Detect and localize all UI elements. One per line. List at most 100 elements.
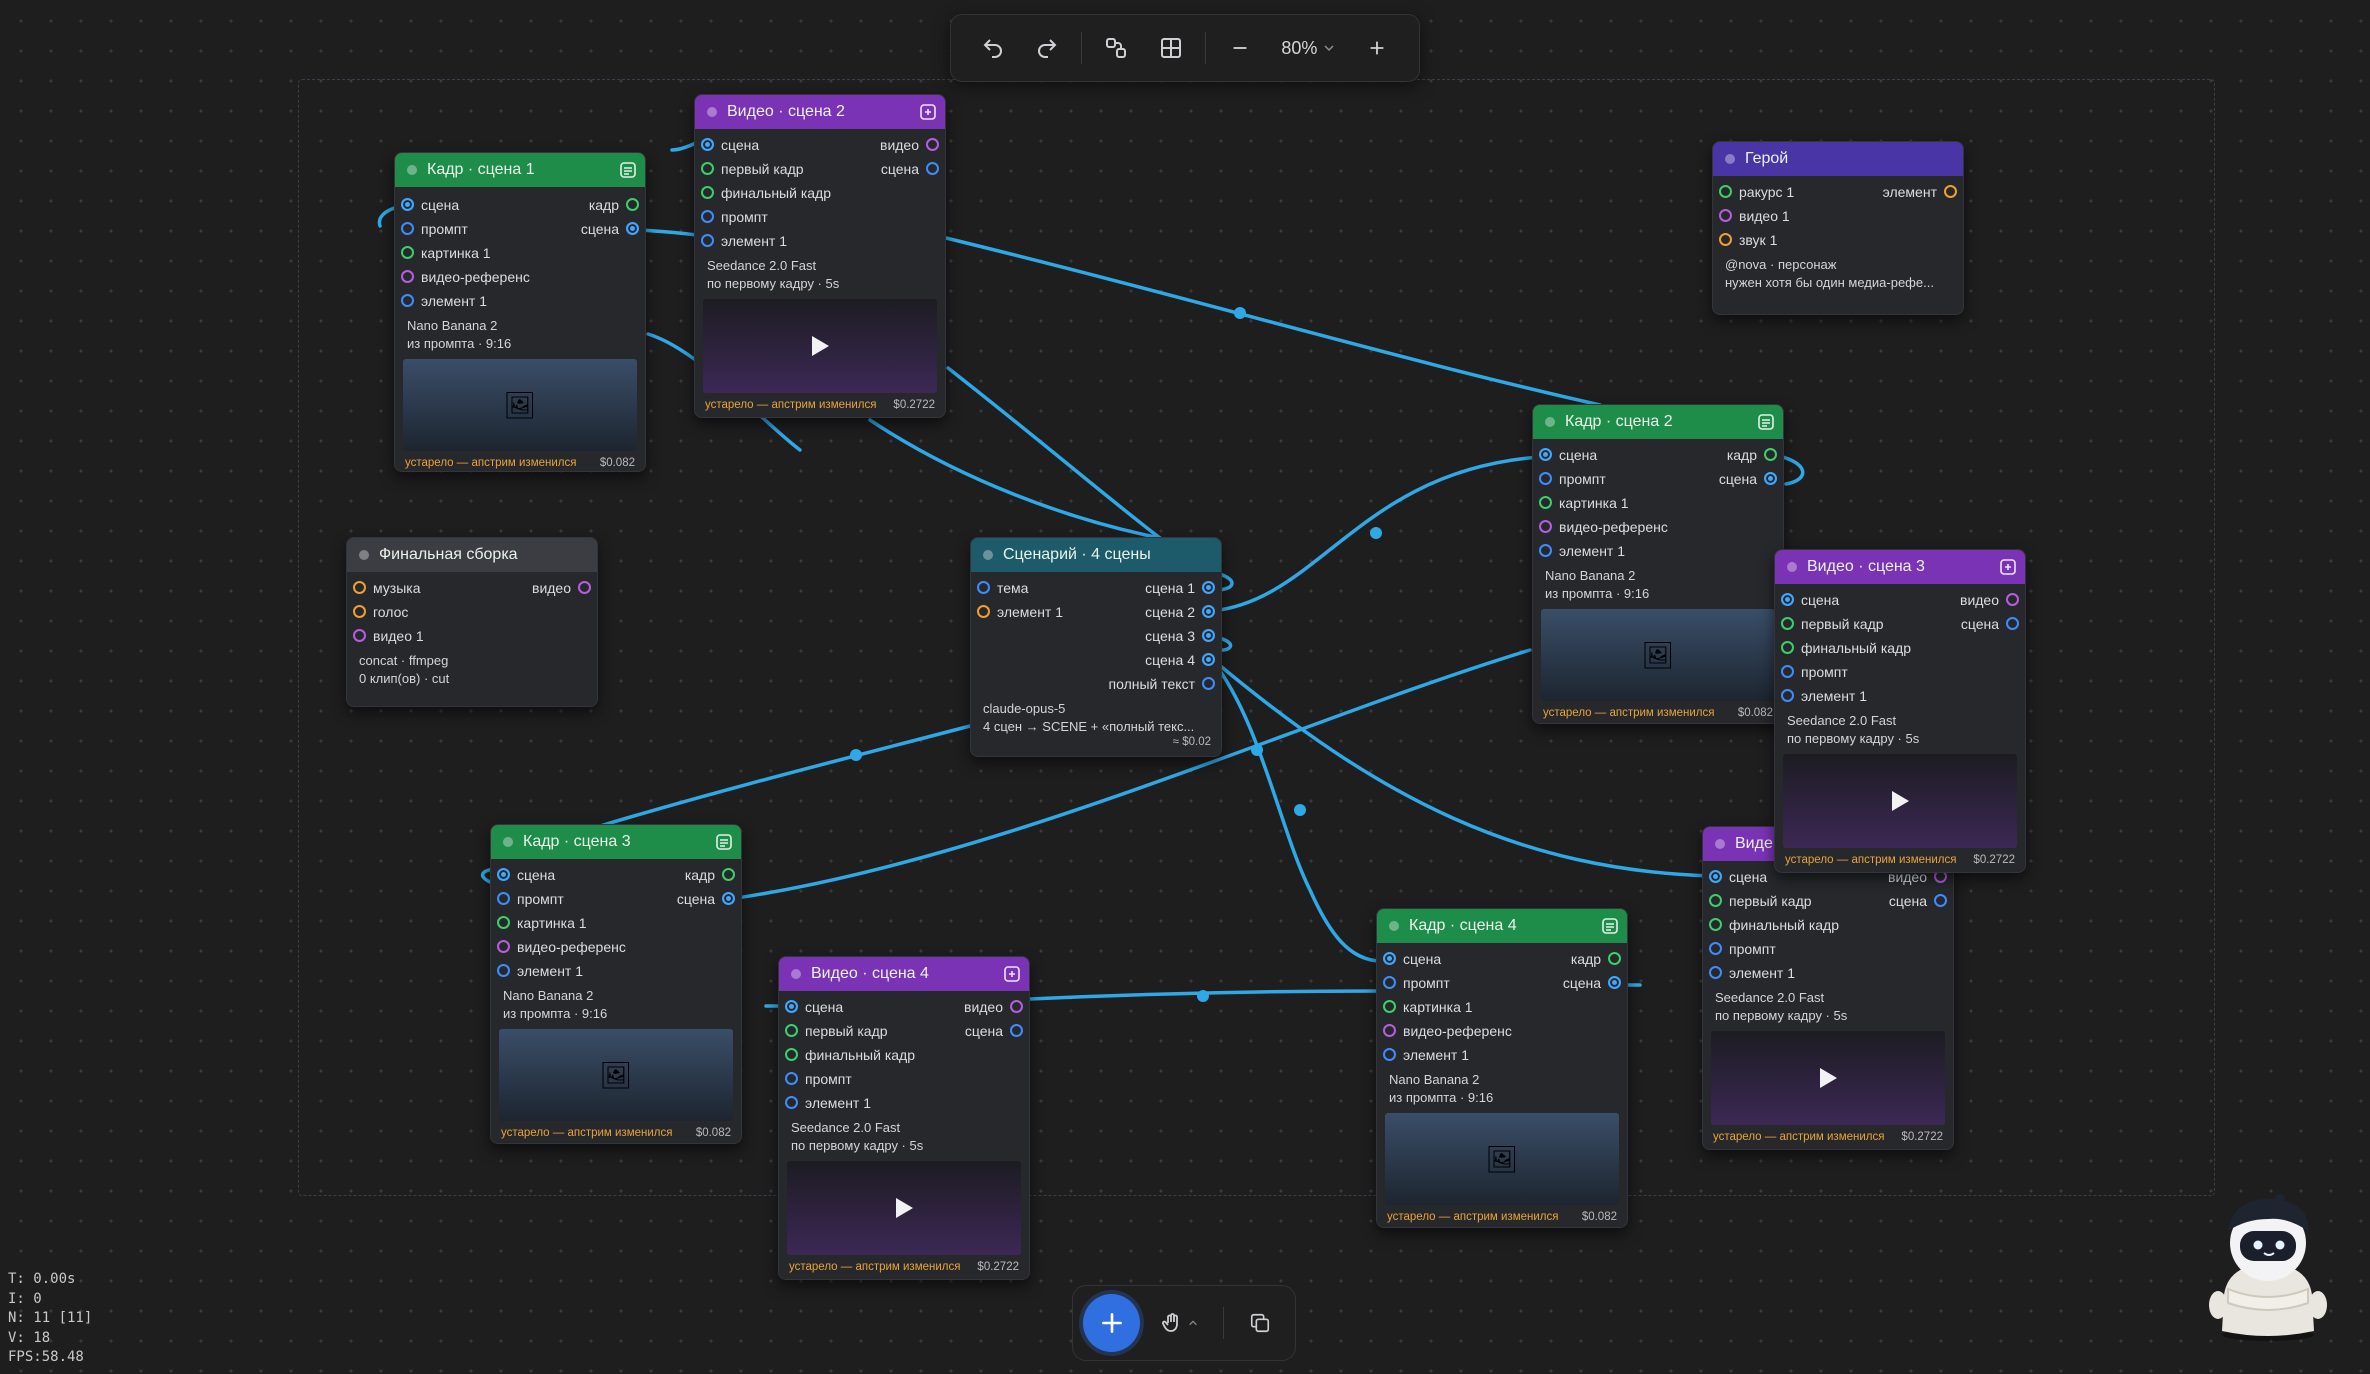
image-preview[interactable]: 🖼 <box>499 1029 733 1121</box>
port-in[interactable] <box>1539 520 1552 533</box>
port-out[interactable] <box>1764 448 1777 461</box>
video-preview[interactable] <box>787 1161 1021 1255</box>
port-in[interactable] <box>977 581 990 594</box>
port-in[interactable] <box>785 1072 798 1085</box>
video-preview[interactable] <box>703 299 937 393</box>
port-in[interactable] <box>1539 496 1552 509</box>
expand-icon[interactable] <box>919 103 937 121</box>
port-in[interactable] <box>977 605 990 618</box>
port-out[interactable] <box>1202 677 1215 690</box>
port-in[interactable] <box>1539 544 1552 557</box>
node-video-scene-4[interactable]: Видео · сцена 4 сцена видео первый кадр сц… <box>778 956 1030 1280</box>
port-in[interactable] <box>1539 448 1552 461</box>
port-in[interactable] <box>701 162 714 175</box>
port-in[interactable] <box>785 1048 798 1061</box>
port-in[interactable] <box>1781 665 1794 678</box>
port-in[interactable] <box>401 198 414 211</box>
port-out[interactable] <box>626 222 639 235</box>
node-header[interactable]: Сценарий · 4 сцены <box>971 538 1221 572</box>
port-in[interactable] <box>353 605 366 618</box>
port-in[interactable] <box>401 246 414 259</box>
port-in[interactable] <box>1709 870 1722 883</box>
port-in[interactable] <box>1709 918 1722 931</box>
undo-icon[interactable] <box>969 25 1017 71</box>
port-out[interactable] <box>1934 894 1947 907</box>
port-in[interactable] <box>785 1096 798 1109</box>
port-out[interactable] <box>1944 185 1957 198</box>
hand-tool-button[interactable] <box>1148 1300 1211 1346</box>
node-hero[interactable]: Герой ракурс 1 элемент видео 1 звук 1 @no… <box>1712 141 1964 315</box>
note-icon[interactable] <box>619 161 637 179</box>
port-in[interactable] <box>701 186 714 199</box>
node-video-scene-1[interactable]: Виде сцена видео первый кадр сцена финальн… <box>1702 826 1954 1150</box>
port-in[interactable] <box>1719 209 1732 222</box>
port-in[interactable] <box>1383 952 1396 965</box>
port-out[interactable] <box>2006 593 2019 606</box>
redo-icon[interactable] <box>1023 25 1071 71</box>
port-in[interactable] <box>1781 593 1794 606</box>
node-header[interactable]: Кадр · сцена 2 <box>1533 405 1783 439</box>
port-in[interactable] <box>1719 233 1732 246</box>
port-out[interactable] <box>1202 629 1215 642</box>
port-in[interactable] <box>401 294 414 307</box>
node-header[interactable]: Кадр · сцена 3 <box>491 825 741 859</box>
port-in[interactable] <box>1719 185 1732 198</box>
port-out[interactable] <box>926 138 939 151</box>
port-out[interactable] <box>1202 605 1215 618</box>
port-out[interactable] <box>926 162 939 175</box>
port-out[interactable] <box>1608 976 1621 989</box>
port-in[interactable] <box>1383 1048 1396 1061</box>
port-in[interactable] <box>1539 472 1552 485</box>
zoom-select[interactable]: 80% <box>1270 25 1347 71</box>
note-icon[interactable] <box>715 833 733 851</box>
node-header[interactable]: Видео · сцена 3 <box>1775 550 2025 584</box>
play-icon[interactable] <box>1890 790 1910 812</box>
node-video-scene-2[interactable]: Видео · сцена 2 сцена видео первый кадр сц… <box>694 94 946 418</box>
port-in[interactable] <box>1709 894 1722 907</box>
port-in[interactable] <box>701 234 714 247</box>
play-icon[interactable] <box>1818 1067 1838 1089</box>
node-header[interactable]: Герой <box>1713 142 1963 176</box>
port-out[interactable] <box>1010 1000 1023 1013</box>
port-out[interactable] <box>1202 653 1215 666</box>
grid-icon[interactable] <box>1146 25 1194 71</box>
port-in[interactable] <box>785 1024 798 1037</box>
port-in[interactable] <box>1781 617 1794 630</box>
video-preview[interactable] <box>1711 1031 1945 1125</box>
port-out[interactable] <box>1764 472 1777 485</box>
port-in[interactable] <box>701 210 714 223</box>
auto-layout-icon[interactable] <box>1092 25 1140 71</box>
port-in[interactable] <box>497 892 510 905</box>
port-out[interactable] <box>1010 1024 1023 1037</box>
port-in[interactable] <box>1709 966 1722 979</box>
port-in[interactable] <box>1383 1024 1396 1037</box>
port-in[interactable] <box>497 940 510 953</box>
port-in[interactable] <box>785 1000 798 1013</box>
port-in[interactable] <box>497 916 510 929</box>
image-preview[interactable]: 🖼 <box>403 359 637 451</box>
port-in[interactable] <box>1709 942 1722 955</box>
video-preview[interactable] <box>1783 754 2017 848</box>
zoom-out-icon[interactable] <box>1216 25 1264 71</box>
port-in[interactable] <box>497 964 510 977</box>
node-header[interactable]: Видео · сцена 4 <box>779 957 1029 991</box>
layers-button[interactable] <box>1236 1300 1285 1346</box>
port-in[interactable] <box>353 581 366 594</box>
note-icon[interactable] <box>1601 917 1619 935</box>
node-header[interactable]: Кадр · сцена 1 <box>395 153 645 187</box>
port-out[interactable] <box>1608 952 1621 965</box>
node-kadr-scene-3[interactable]: Кадр · сцена 3 сцена кадр промпт сцена кар… <box>490 824 742 1144</box>
node-video-scene-3[interactable]: Видео · сцена 3 сцена видео первый кадр сц… <box>1774 549 2026 873</box>
port-in[interactable] <box>401 222 414 235</box>
port-in[interactable] <box>1781 689 1794 702</box>
port-out[interactable] <box>578 581 591 594</box>
play-icon[interactable] <box>810 335 830 357</box>
expand-icon[interactable] <box>1003 965 1021 983</box>
port-out[interactable] <box>1202 581 1215 594</box>
port-out[interactable] <box>722 892 735 905</box>
image-preview[interactable]: 🖼 <box>1385 1113 1619 1205</box>
note-icon[interactable] <box>1757 413 1775 431</box>
port-out[interactable] <box>626 198 639 211</box>
node-kadr-scene-1[interactable]: Кадр · сцена 1 сцена кадр промпт сцена кар… <box>394 152 646 472</box>
port-in[interactable] <box>1383 1000 1396 1013</box>
